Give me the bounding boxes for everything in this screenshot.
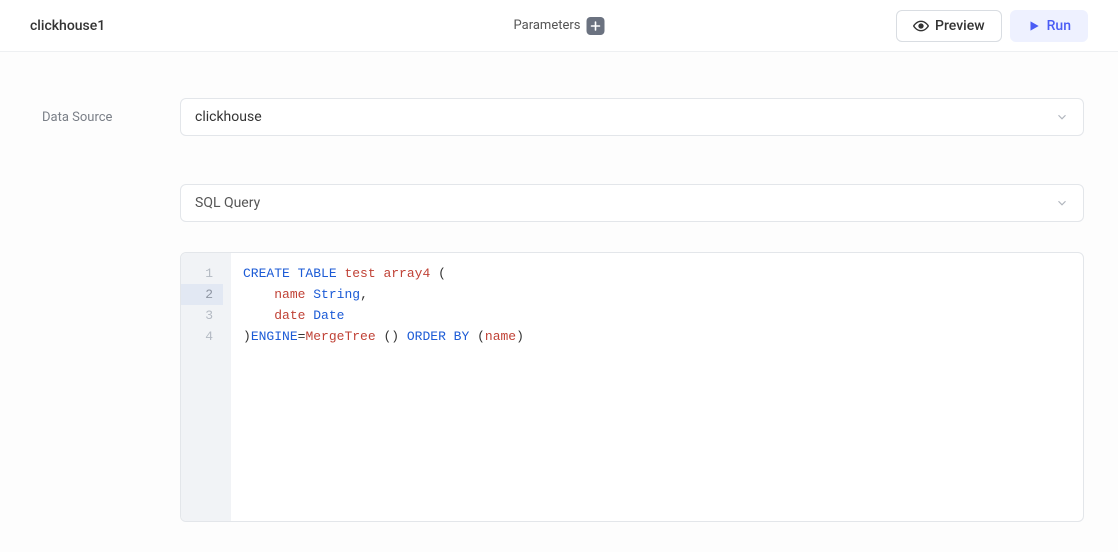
chevron-down-icon — [1055, 110, 1069, 124]
content-area: Data Source clickhouse SQL Query 1234 CR… — [0, 52, 1118, 552]
run-button[interactable]: Run — [1010, 10, 1088, 42]
data-source-label: Data Source — [42, 98, 180, 125]
plus-icon — [590, 21, 600, 31]
add-parameter-button[interactable] — [586, 17, 604, 35]
header-bar: clickhouse1 Parameters Preview Run — [0, 0, 1118, 52]
query-row: SQL Query 1234 CREATE TABLE test array4 … — [42, 184, 1084, 522]
play-icon — [1027, 19, 1041, 33]
preview-button[interactable]: Preview — [896, 10, 1002, 42]
line-number: 1 — [181, 263, 223, 284]
editor-code[interactable]: CREATE TABLE test array4 ( name String, … — [231, 253, 1083, 521]
page-title: clickhouse1 — [30, 18, 105, 34]
parameters-label: Parameters — [514, 18, 581, 33]
data-source-select[interactable]: clickhouse — [180, 98, 1084, 136]
query-type-select[interactable]: SQL Query — [180, 184, 1084, 222]
query-type-row: SQL Query — [180, 184, 1084, 222]
data-source-value: clickhouse — [195, 109, 262, 125]
line-number: 3 — [181, 305, 223, 326]
data-source-row: Data Source clickhouse — [42, 98, 1084, 136]
header-actions: Preview Run — [896, 10, 1088, 42]
query-row-label — [42, 184, 180, 196]
sql-editor[interactable]: 1234 CREATE TABLE test array4 ( name Str… — [180, 252, 1084, 522]
run-button-label: Run — [1047, 18, 1071, 34]
chevron-down-icon — [1055, 196, 1069, 210]
line-number: 2 — [181, 284, 223, 305]
query-type-value: SQL Query — [195, 195, 260, 211]
eye-icon — [913, 18, 929, 34]
data-source-body: clickhouse — [180, 98, 1084, 136]
query-row-body: SQL Query 1234 CREATE TABLE test array4 … — [180, 184, 1084, 522]
preview-button-label: Preview — [935, 18, 985, 34]
editor-gutter: 1234 — [181, 253, 231, 521]
parameters-section: Parameters — [514, 17, 605, 35]
line-number: 4 — [181, 326, 223, 347]
